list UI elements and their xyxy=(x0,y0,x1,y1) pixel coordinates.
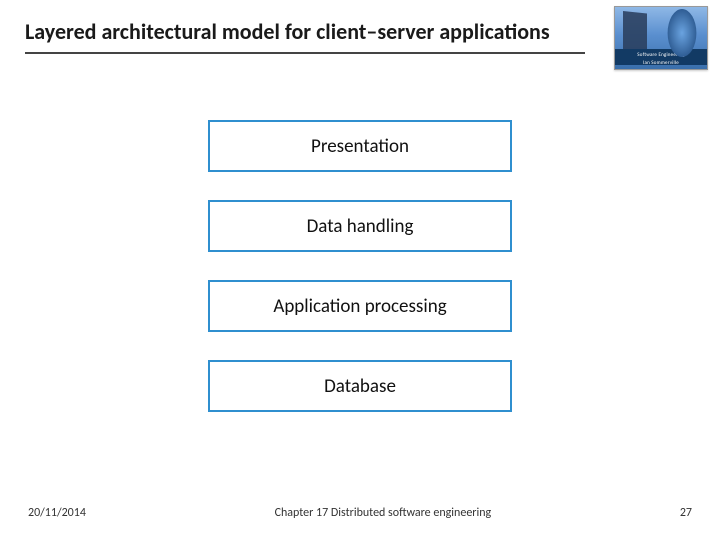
layer-label: Data handling xyxy=(307,215,414,238)
layer-label: Presentation xyxy=(311,135,409,158)
layer-data-handling: Data handling xyxy=(208,200,512,252)
layer-presentation: Presentation xyxy=(208,120,512,172)
footer-page-number: 27 xyxy=(680,506,692,520)
layer-diagram: Presentation Data handling Application p… xyxy=(0,120,720,412)
layer-application-processing: Application processing xyxy=(208,280,512,332)
layer-database: Database xyxy=(208,360,512,412)
book-cover-band: Software Engineering Ian Sommerville xyxy=(615,49,707,65)
book-cover-thumbnail: Software Engineering Ian Sommerville xyxy=(614,6,708,70)
layer-label: Application processing xyxy=(273,295,446,318)
book-cover-author: Ian Sommerville xyxy=(615,59,707,67)
footer-chapter: Chapter 17 Distributed software engineer… xyxy=(86,506,680,520)
slide-header: Layered architectural model for client–s… xyxy=(0,0,720,54)
footer-date: 20/11/2014 xyxy=(28,506,86,520)
slide-footer: 20/11/2014 Chapter 17 Distributed softwa… xyxy=(0,506,720,520)
layer-label: Database xyxy=(324,375,396,398)
slide-title: Layered architectural model for client–s… xyxy=(25,18,585,54)
book-cover-title: Software Engineering xyxy=(615,51,707,59)
